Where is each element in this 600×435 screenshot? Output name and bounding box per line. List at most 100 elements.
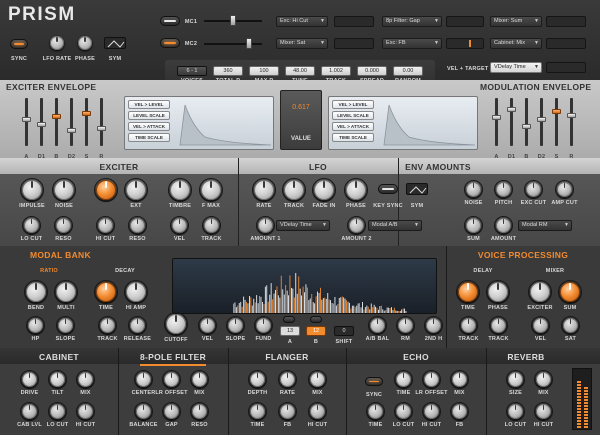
lfo-track-knob[interactable] — [284, 180, 304, 200]
total-p-value[interactable]: 360 — [213, 66, 243, 76]
filter-reso-knob[interactable] — [192, 404, 207, 419]
env-amt-noise-knob[interactable] — [466, 182, 481, 197]
modal-vel-knob[interactable] — [200, 318, 215, 333]
exciter-env-button-vel-attack[interactable]: VEL > ATTACK — [128, 122, 170, 131]
exciter-env-fader-d2[interactable] — [67, 98, 76, 146]
modal-time-knob[interactable] — [96, 282, 116, 302]
exciter-env-button-level-scale[interactable]: LEVEL SCALE — [128, 111, 170, 120]
modal-fund-slope-knob[interactable] — [228, 318, 243, 333]
fader-cap[interactable] — [552, 109, 561, 114]
mc2-target-3-dropdown[interactable]: Cabinet: Mix ▼ — [490, 38, 542, 49]
exciter-env-fader-r[interactable] — [97, 98, 106, 146]
flanger-mix-knob[interactable] — [310, 372, 325, 387]
cabinet-hi-cut-knob[interactable] — [78, 404, 93, 419]
modal-hi-amp-knob[interactable] — [126, 282, 146, 302]
mc2-button[interactable] — [160, 38, 180, 48]
phase-knob[interactable] — [78, 36, 92, 50]
exciter-track-knob[interactable] — [204, 218, 219, 233]
echo-hi-cut-knob[interactable] — [424, 404, 439, 419]
vel-target-amount-slot[interactable] — [546, 62, 586, 73]
fader-cap[interactable] — [522, 124, 531, 129]
flanger-depth-knob[interactable] — [250, 372, 265, 387]
vp-delay-phase-knob[interactable] — [488, 282, 508, 302]
flanger-rate-knob[interactable] — [280, 372, 295, 387]
modal-a-b-bal-knob[interactable] — [370, 318, 385, 333]
env-amt-amp-cut-knob[interactable] — [557, 182, 572, 197]
exciter-f-max-knob[interactable] — [201, 180, 221, 200]
voices-value[interactable]: 6 - 1 — [177, 66, 207, 76]
fader-cap[interactable] — [37, 122, 46, 127]
key-sync-button[interactable] — [378, 184, 398, 194]
flanger-fb-knob[interactable] — [280, 404, 295, 419]
exciter-lo-cut-knob[interactable] — [24, 218, 39, 233]
reverb-lo-cut-knob[interactable] — [508, 404, 523, 419]
mod-env-button-level-scale[interactable]: LEVEL SCALE — [332, 111, 374, 120]
echo-lr-offset-knob[interactable] — [424, 372, 439, 387]
mc1-target-1-dropdown[interactable]: Exc: Hi Cut ▼ — [276, 16, 328, 27]
modal-shift-value[interactable]: 0 — [334, 326, 354, 336]
echo-time-knob[interactable] — [396, 372, 411, 387]
modal-a-button[interactable] — [283, 316, 295, 323]
spread-value[interactable]: 0.000 — [357, 66, 387, 76]
mc1-amount-1-slot[interactable] — [334, 16, 374, 27]
echo-fb-knob[interactable] — [452, 404, 467, 419]
modal-b-button[interactable] — [310, 316, 322, 323]
lfo-rate-knob[interactable] — [254, 180, 274, 200]
mod-env-fader-d2[interactable] — [537, 98, 546, 146]
vp-mixer-sum-knob[interactable] — [560, 282, 580, 302]
exciter-env-button-time-scale[interactable]: TIME SCALE — [128, 133, 170, 142]
mc1-slider-handle[interactable] — [230, 15, 236, 26]
cabinet-cab-lvl-knob[interactable] — [22, 404, 37, 419]
mc1-amount-2-slot[interactable] — [446, 16, 484, 27]
cabinet-tilt-knob[interactable] — [50, 372, 65, 387]
lfo-target-1-dropdown[interactable]: VDelay Time ▼ — [276, 220, 330, 231]
fader-cap[interactable] — [82, 111, 91, 116]
exciter-env-fader-d1[interactable] — [37, 98, 46, 146]
lfo-amount-1-knob[interactable] — [258, 218, 273, 233]
lfo-fade-in-knob[interactable] — [314, 180, 334, 200]
exciter-hi-cut-knob[interactable] — [98, 218, 113, 233]
modal-decay-track-knob[interactable] — [100, 318, 115, 333]
fader-cap[interactable] — [22, 117, 31, 122]
filter-gap-knob[interactable] — [164, 404, 179, 419]
lfo-shape-display[interactable] — [104, 37, 126, 49]
mod-env-button-vel-level[interactable]: VEL > LEVEL — [332, 100, 374, 109]
lfo-target-2-dropdown[interactable]: Modal A/B ▼ — [368, 220, 422, 231]
echo-mix-knob[interactable] — [452, 372, 467, 387]
exciter-env-fader-b[interactable] — [52, 98, 61, 146]
fader-cap[interactable] — [67, 128, 76, 133]
echo-time-knob[interactable] — [368, 404, 383, 419]
modal-2nd-h-knob[interactable] — [426, 318, 441, 333]
vp-delay-track-knob[interactable] — [461, 318, 476, 333]
mc1-slider[interactable] — [204, 15, 262, 26]
vp-mixer-sat-knob[interactable] — [563, 318, 578, 333]
vel-target-dropdown[interactable]: VDelay Time ▼ — [490, 62, 542, 73]
exciter-env-fader-a[interactable] — [22, 98, 31, 146]
exciter-main-unnamed-knob[interactable] — [96, 180, 116, 200]
mc2-amount-1-slot[interactable] — [334, 38, 374, 49]
exciter-ext-knob[interactable] — [126, 180, 146, 200]
modal-rm-knob[interactable] — [398, 318, 413, 333]
tune-value[interactable]: 48.00 — [285, 66, 315, 76]
cabinet-drive-knob[interactable] — [22, 372, 37, 387]
lfo-rate-knob[interactable] — [50, 36, 64, 50]
modal-hp-knob[interactable] — [28, 318, 43, 333]
exciter-vel-knob[interactable] — [172, 218, 187, 233]
mc1-button[interactable] — [160, 16, 180, 26]
mc2-amount-3-slot[interactable] — [546, 38, 586, 49]
reverb-mix-knob[interactable] — [536, 372, 551, 387]
fader-cap[interactable] — [492, 115, 501, 120]
echo-sync-button[interactable] — [365, 377, 383, 386]
vp-delay-time-knob[interactable] — [458, 282, 478, 302]
env-amt-sum-knob[interactable] — [466, 218, 481, 233]
exciter-env-fader-s[interactable] — [82, 98, 91, 146]
vp-mixer-vel-knob[interactable] — [533, 318, 548, 333]
mc2-target-1-dropdown[interactable]: Mixer: Sat ▼ — [276, 38, 328, 49]
echo-lo-cut-knob[interactable] — [396, 404, 411, 419]
modal-fund-knob[interactable] — [256, 318, 271, 333]
mc1-target-3-dropdown[interactable]: Mixer: Sum ▼ — [490, 16, 542, 27]
flanger-time-knob[interactable] — [250, 404, 265, 419]
mc2-target-2-dropdown[interactable]: Exc: FB ▼ — [382, 38, 442, 49]
exciter-timbre-knob[interactable] — [170, 180, 190, 200]
reverb-size-knob[interactable] — [508, 372, 523, 387]
